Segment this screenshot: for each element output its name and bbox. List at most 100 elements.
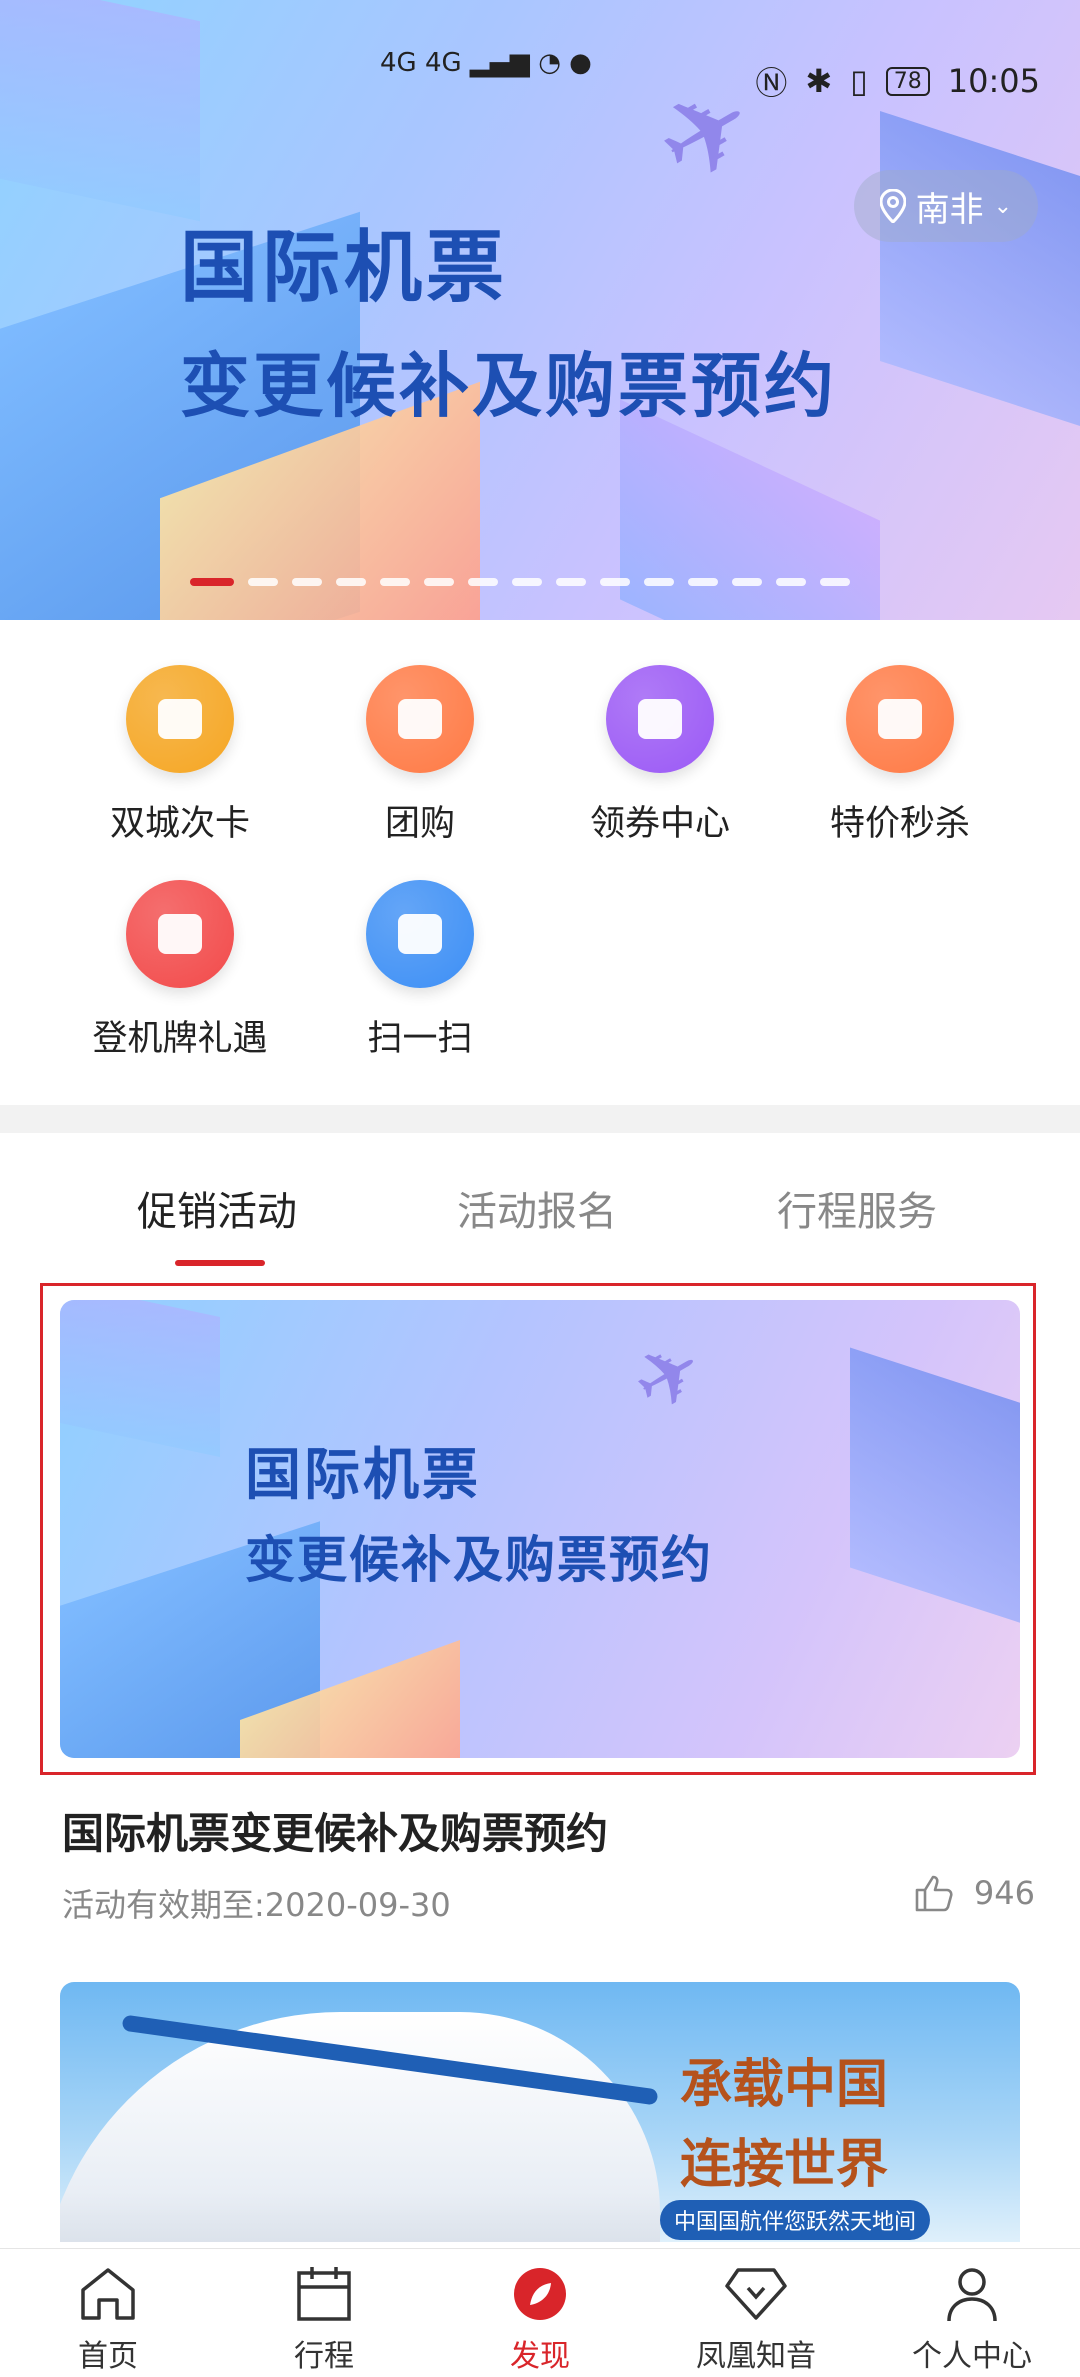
vibrate-icon: ▯ (850, 62, 868, 100)
tab-promotions[interactable]: 促销活动 (137, 1179, 297, 1237)
banner-building-decoration (880, 111, 1080, 439)
compass-icon (514, 2268, 566, 2320)
nav-home-label: 首页 (78, 2339, 138, 2374)
boarding-pass-icon (126, 880, 234, 988)
home-icon (81, 2268, 135, 2320)
section-divider (0, 1105, 1080, 1133)
icon-glyph (638, 699, 682, 739)
carousel-dot (688, 578, 718, 586)
location-pin-icon (879, 189, 906, 223)
grid-item-label: 登机牌礼遇 (92, 1019, 268, 1059)
quick-access-grid: 双城次卡 团购 领券中心 特价秒杀登机牌礼遇 扫一扫 (0, 620, 1080, 1105)
scan-icon (366, 880, 474, 988)
nav-profile-label: 个人中心 (912, 2339, 1032, 2374)
carousel-dot (732, 578, 762, 586)
carousel-dot (380, 578, 410, 586)
carousel-dot (644, 578, 674, 586)
activity-title[interactable]: 国际机票变更候补及购票预约 (62, 1800, 608, 1861)
activity-validity: 活动有效期至:2020-09-30 (62, 1886, 451, 1924)
carousel-dot (424, 578, 454, 586)
promo-banner[interactable]: ✈ 国际机票 变更候补及购票预约 (60, 1300, 1020, 1758)
wifi-icon: ◔ (538, 48, 561, 78)
active-tab-indicator (175, 1260, 265, 1266)
airchina-banner[interactable]: 承载中国 连接世界 中国国航伴您跃然天地间 (60, 1982, 1020, 2242)
clock: 10:05 (947, 62, 1040, 100)
grid-item-label: 特价秒杀 (829, 804, 970, 844)
banner2-line1: 承载中国 (680, 2055, 889, 2115)
hero-title-line2: 变更候补及购票预约 (180, 345, 837, 427)
nav-profile[interactable]: 个人中心 (892, 2263, 1052, 2375)
tab-activity-signup[interactable]: 活动报名 (457, 1179, 617, 1237)
banner-building-decoration (620, 399, 880, 620)
icon-glyph (398, 914, 442, 954)
airplane-image (60, 2012, 660, 2242)
nav-phoenixmiles[interactable]: 凤凰知音 (676, 2263, 836, 2375)
location-label: 南非 (915, 189, 984, 230)
banner2-tagline: 中国国航伴您跃然天地间 (660, 2200, 931, 2240)
hero-banner[interactable]: ✈ 国际机票 变更候补及购票预约 4G 4G ▂▄▆ ◔ ● Ⓝ ✱ ▯ 78 … (0, 0, 1080, 620)
hero-title-line1: 国际机票 (180, 223, 509, 313)
carousel-dot (600, 578, 630, 586)
grid-item-scan[interactable]: 扫一扫 (300, 880, 540, 1061)
diamond-icon (725, 2268, 787, 2320)
bottom-navigation: 首页 行程 发现 凤凰知音 个人中心 (0, 2248, 1080, 2377)
promo-banner-line1: 国际机票 (245, 1443, 481, 1508)
user-icon (947, 2268, 997, 2322)
carousel-dot (776, 578, 806, 586)
carousel-dot (336, 578, 366, 586)
shopping-bag-icon (366, 665, 474, 773)
grid-item-alarm-clock[interactable]: 特价秒杀 (780, 665, 1020, 846)
carousel-dot (512, 578, 542, 586)
like-counter[interactable]: 946 (914, 1874, 1035, 1912)
message-icon: ● (569, 48, 592, 78)
grid-item-label: 双城次卡 (109, 804, 250, 844)
icon-glyph (158, 914, 202, 954)
tab-trip-services[interactable]: 行程服务 (777, 1179, 937, 1237)
carousel-dot (820, 578, 850, 586)
banner2-line2: 连接世界 (680, 2135, 889, 2195)
carousel-dot (248, 578, 278, 586)
nav-discover[interactable]: 发现 (460, 2263, 620, 2375)
nav-trips-label: 行程 (294, 2339, 354, 2374)
carousel-indicator (190, 578, 850, 586)
carousel-dot (556, 578, 586, 586)
cell-signal-text: 4G 4G (380, 48, 462, 78)
nav-trips[interactable]: 行程 (244, 2263, 404, 2375)
icon-glyph (398, 699, 442, 739)
city-card-icon (126, 665, 234, 773)
carousel-dot-active (190, 578, 234, 586)
coupon-icon (606, 665, 714, 773)
nav-discover-label: 发现 (510, 2339, 570, 2374)
banner-building-decoration (850, 1347, 1020, 1633)
calendar-icon (297, 2267, 351, 2321)
like-count: 946 (973, 1874, 1035, 1912)
grid-item-shopping-bag[interactable]: 团购 (300, 665, 540, 846)
nfc-icon: Ⓝ (755, 64, 788, 102)
bluetooth-icon: ✱ (805, 62, 833, 100)
grid-item-coupon[interactable]: 领券中心 (540, 665, 780, 846)
nav-home[interactable]: 首页 (28, 2263, 188, 2375)
signal-indicators: 4G 4G ▂▄▆ ◔ ● (380, 48, 592, 78)
carousel-dot (292, 578, 322, 586)
grid-item-label: 扫一扫 (367, 1019, 473, 1059)
icon-glyph (878, 699, 922, 739)
carousel-dot (468, 578, 498, 586)
alarm-clock-icon (846, 665, 954, 773)
signal-bars-icon: ▂▄▆ (469, 48, 530, 78)
activity-tabs: 促销活动 活动报名 行程服务 (0, 1133, 1080, 1273)
grid-item-city-card[interactable]: 双城次卡 (60, 665, 300, 846)
grid-item-label: 领券中心 (589, 804, 730, 844)
location-selector[interactable]: 南非 ⌄ (853, 170, 1038, 242)
nav-phoenixmiles-label: 凤凰知音 (696, 2339, 816, 2374)
banner-building-decoration (0, 0, 200, 222)
airplane-icon: ✈ (616, 1319, 721, 1434)
banner-building-decoration (60, 1300, 220, 1458)
grid-item-label: 团购 (384, 804, 455, 844)
chevron-down-icon: ⌄ (993, 193, 1012, 219)
grid-item-boarding-pass[interactable]: 登机牌礼遇 (60, 880, 300, 1061)
thumbs-up-icon (915, 1875, 953, 1912)
icon-glyph (158, 699, 202, 739)
battery-icon: 78 (885, 66, 930, 96)
promo-banner-line2: 变更候补及购票预约 (245, 1531, 713, 1589)
status-bar: 4G 4G ▂▄▆ ◔ ● Ⓝ ✱ ▯ 78 10:05 (0, 40, 1080, 110)
